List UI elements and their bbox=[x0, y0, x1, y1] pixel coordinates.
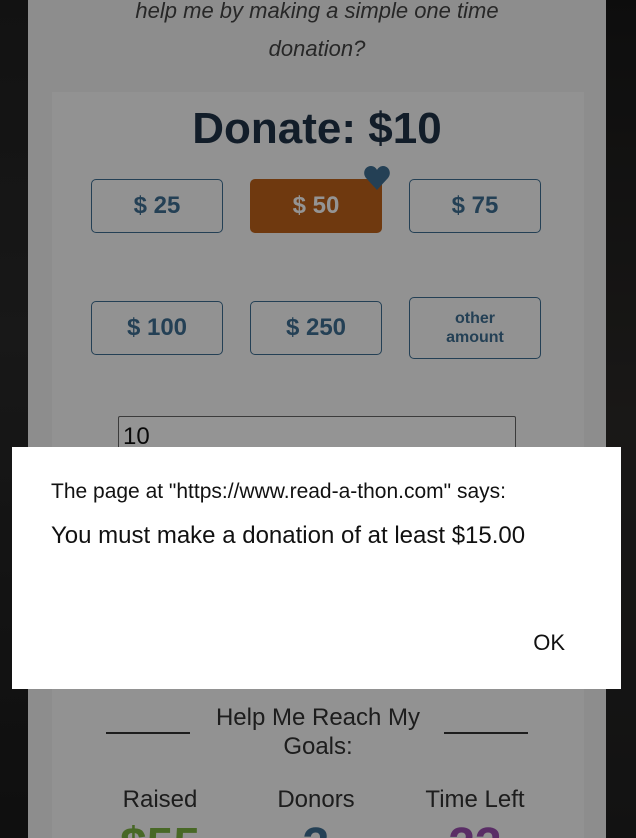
ok-button[interactable]: OK bbox=[531, 628, 567, 658]
modal-overlay bbox=[0, 0, 636, 838]
alert-dialog: The page at "https://www.read-a-thon.com… bbox=[12, 447, 621, 689]
dialog-title: The page at "https://www.read-a-thon.com… bbox=[51, 480, 506, 503]
dialog-message: You must make a donation of at least $15… bbox=[51, 522, 526, 549]
